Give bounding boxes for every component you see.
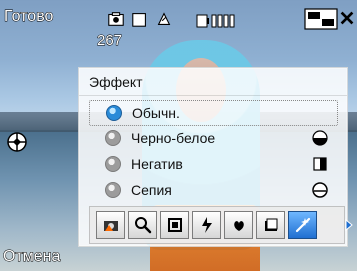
radio-unselected-icon — [105, 182, 121, 198]
exposure-icon[interactable] — [155, 10, 173, 28]
flash-button[interactable] — [192, 211, 221, 239]
effects-icon — [295, 217, 310, 233]
camera-settings-icon — [103, 221, 118, 231]
effect-option-sepia[interactable]: Сепия — [89, 178, 336, 202]
macro-button[interactable] — [224, 211, 253, 239]
radio-unselected-icon — [105, 156, 121, 172]
top-icons — [107, 10, 173, 28]
radio-unselected-icon — [105, 130, 121, 146]
zoom-icon — [134, 217, 151, 234]
effect-option-label: Сепия — [131, 182, 172, 198]
shots-remaining: 267 — [96, 32, 123, 49]
radio-selected-icon — [106, 105, 122, 121]
effect-option-bw[interactable]: Черно-белое — [89, 126, 336, 150]
status-ready-text: Готово — [3, 8, 54, 25]
effect-option-negative[interactable]: Негатив — [89, 152, 336, 176]
cancel-button[interactable]: Отмена — [2, 248, 60, 266]
close-icon[interactable] — [337, 8, 357, 28]
negative-preview-icon — [312, 156, 328, 172]
frame-icon — [167, 218, 182, 232]
bw-preview-icon — [312, 130, 328, 146]
camera-mode-icon[interactable] — [107, 10, 125, 28]
effects-button[interactable] — [288, 211, 317, 239]
effect-option-label: Негатив — [131, 156, 183, 172]
left-nav-icon[interactable] — [6, 131, 28, 153]
macro-icon — [233, 221, 244, 231]
flash-mode-icon[interactable] — [131, 10, 149, 28]
battery-icon — [196, 12, 240, 30]
gallery-icon — [264, 218, 277, 231]
effect-option-normal[interactable]: Обычн. — [89, 100, 338, 126]
toolbar-next-icon[interactable] — [342, 217, 356, 232]
camera-settings-button[interactable] — [96, 211, 125, 239]
camera-toolbar — [89, 206, 345, 244]
effect-panel-divider — [79, 95, 347, 96]
gallery-button[interactable] — [256, 211, 285, 239]
effect-option-label: Черно-белое — [131, 130, 216, 146]
effect-preview-icon — [313, 105, 329, 121]
effect-panel-title: Эффект — [89, 74, 143, 90]
resolution-icon[interactable] — [304, 8, 338, 30]
frame-button[interactable] — [160, 211, 189, 239]
effect-option-label: Обычн. — [132, 105, 180, 121]
zoom-button[interactable] — [128, 211, 157, 239]
flash-icon — [201, 217, 212, 233]
camera-screen: Готово 267 Эффект Обычн. Черно-белое Нег… — [0, 0, 357, 271]
sepia-preview-icon — [312, 182, 328, 198]
